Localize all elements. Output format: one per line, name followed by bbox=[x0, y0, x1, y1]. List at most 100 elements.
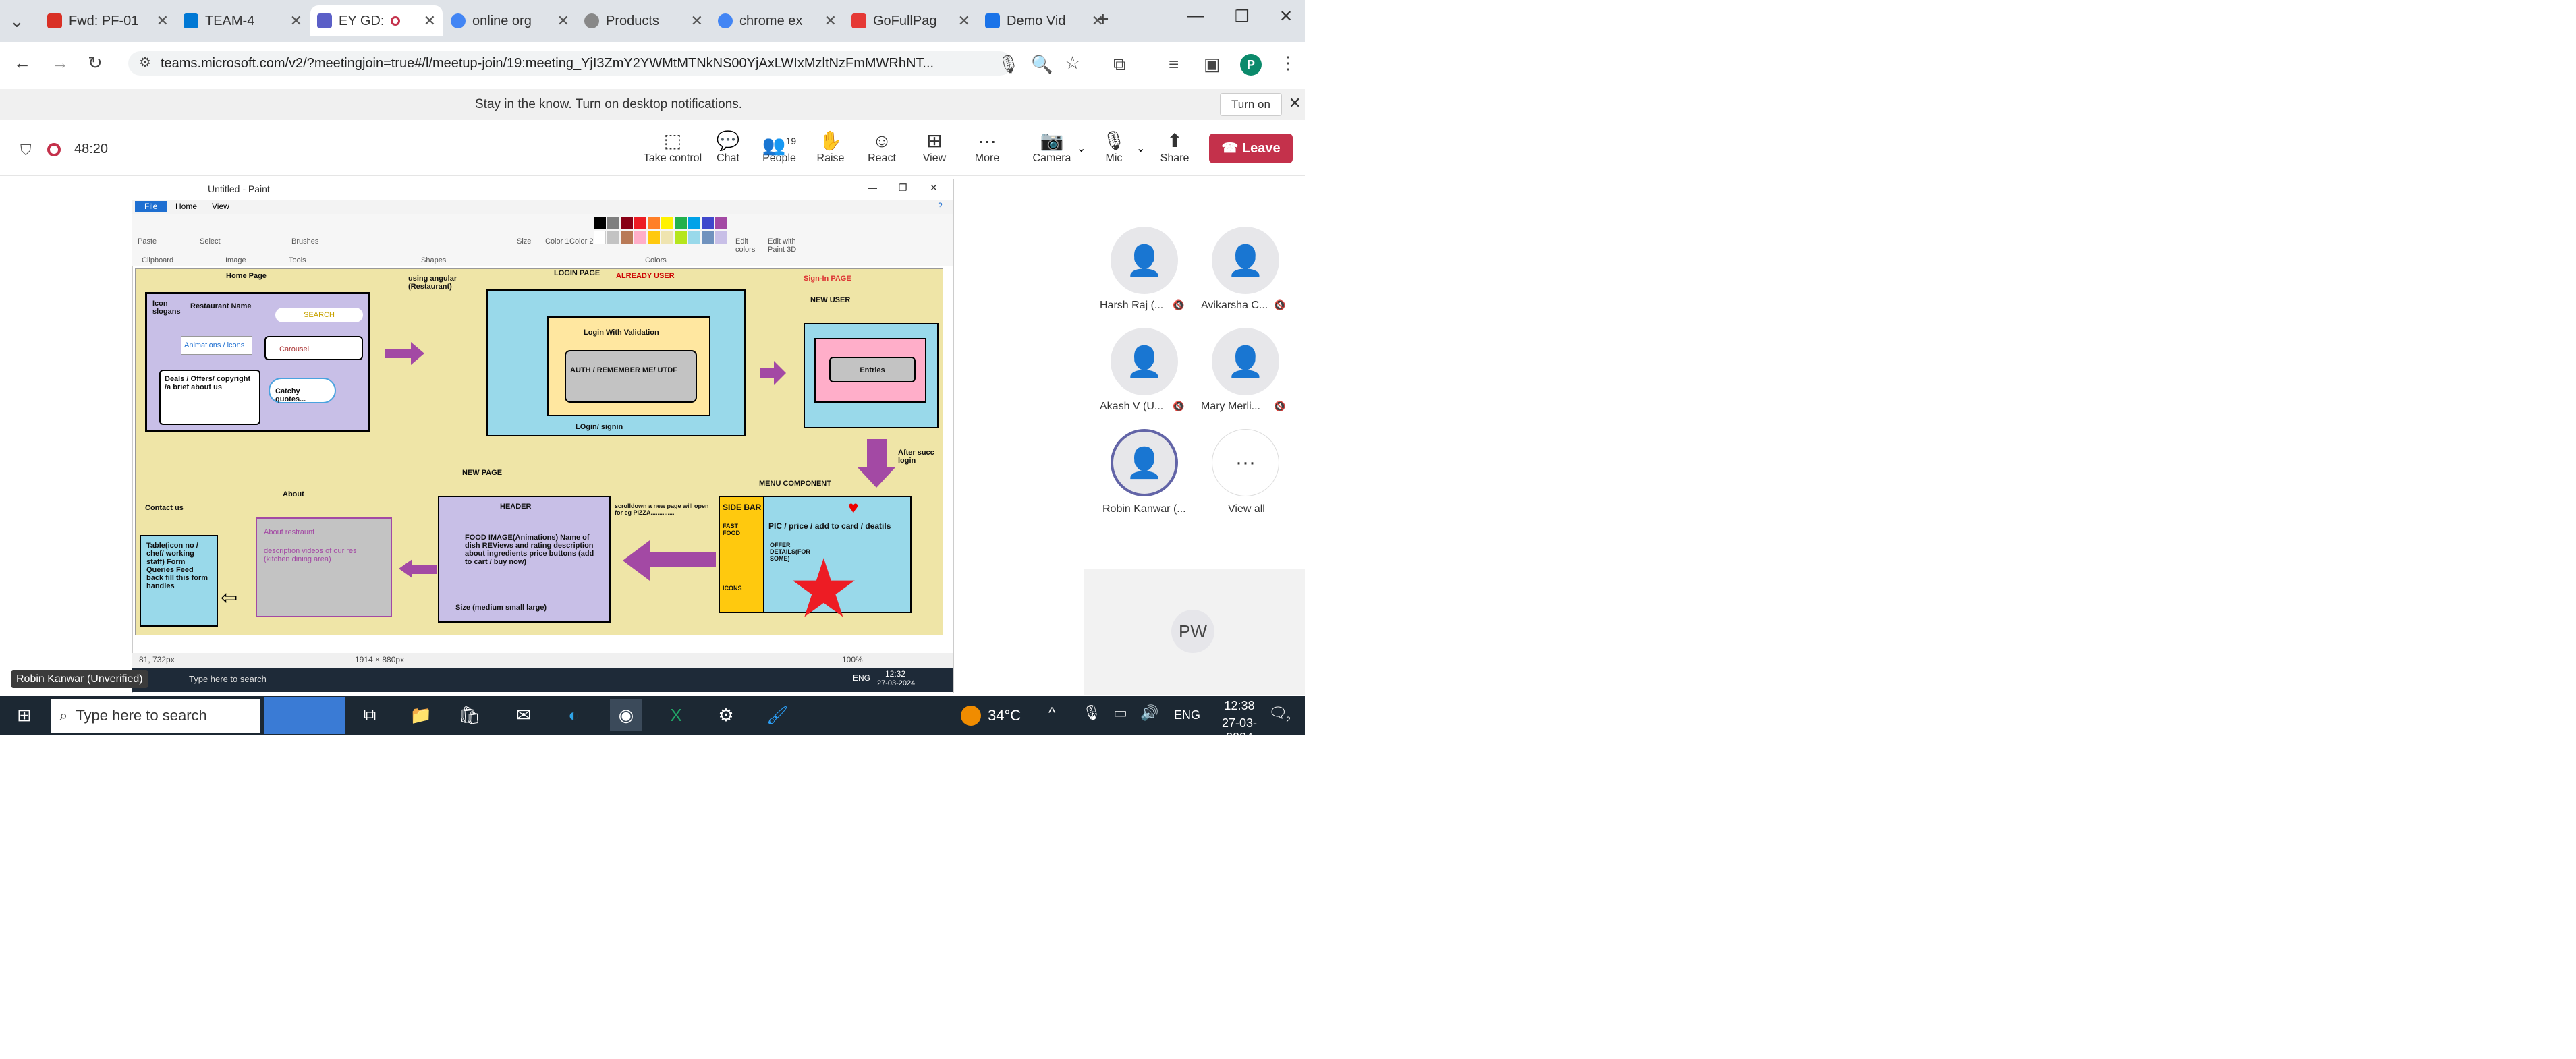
recording-icon bbox=[391, 16, 401, 26]
react-button[interactable]: ☺ React bbox=[851, 130, 912, 165]
taskbar-search[interactable]: ⌕ Type here to search bbox=[51, 699, 260, 733]
forward-icon[interactable]: → bbox=[51, 53, 69, 74]
button-label: React bbox=[868, 152, 896, 164]
weather-temp[interactable]: 34°C bbox=[988, 707, 1021, 724]
about-label: About bbox=[283, 490, 304, 498]
store-icon[interactable]: 🛍 bbox=[453, 699, 486, 731]
tab-label: GoFullPag bbox=[873, 13, 937, 28]
shapes-group: Shapes bbox=[421, 256, 447, 264]
close-icon[interactable]: ✕ bbox=[691, 12, 703, 30]
side-panel-icon[interactable]: ▣ bbox=[1204, 54, 1221, 75]
login-box: Login With Validation AUTH / REMEMBER ME… bbox=[486, 289, 746, 436]
avatar-active[interactable]: 👤 bbox=[1111, 429, 1178, 496]
color-palette bbox=[594, 217, 729, 244]
button-label: Camera bbox=[1032, 152, 1071, 164]
leave-button[interactable]: ☎ Leave bbox=[1209, 134, 1293, 163]
edge-icon[interactable]: ◐ bbox=[557, 699, 590, 731]
reload-icon[interactable]: ↻ bbox=[88, 53, 103, 74]
volume-icon[interactable]: 🔊 bbox=[1140, 704, 1158, 722]
new-page-box: HEADER FOOD IMAGE(Animations) Name of di… bbox=[438, 496, 611, 623]
extensions-icon[interactable]: ⧉ bbox=[1113, 54, 1126, 76]
weather-icon[interactable] bbox=[961, 706, 981, 726]
minimize-icon[interactable]: — bbox=[1187, 7, 1204, 26]
camera-button[interactable]: 📷 Camera bbox=[1021, 130, 1082, 165]
button-label: Mic bbox=[1105, 152, 1123, 164]
avatar[interactable]: 👤 bbox=[1212, 328, 1279, 395]
mic-permission-icon[interactable]: 🎙 bbox=[997, 54, 1019, 75]
clock-time[interactable]: 12:38 bbox=[1209, 699, 1270, 713]
mic-tray-icon[interactable]: 🎙 bbox=[1082, 704, 1101, 722]
animations-box: Animations / icons bbox=[181, 336, 252, 355]
teams-icon bbox=[317, 13, 332, 28]
avatar[interactable]: 👤 bbox=[1212, 227, 1279, 294]
shared-taskbar: Type here to search ENG 12:32 27-03-2024 bbox=[132, 668, 953, 692]
restore-icon[interactable]: ❐ bbox=[1235, 7, 1250, 26]
button-label: Take control bbox=[643, 152, 702, 164]
tab-search-icon[interactable]: ⌄ bbox=[9, 11, 24, 32]
chrome-icon[interactable]: ◉ bbox=[610, 699, 642, 731]
color1-label: Color 1 bbox=[545, 237, 569, 246]
avatar[interactable]: 👤 bbox=[1111, 328, 1178, 395]
pic-price-label: PIC / price / add to card / deatils bbox=[768, 521, 891, 531]
new-tab-icon[interactable]: + bbox=[1097, 8, 1109, 31]
view-button[interactable]: ⊞ View bbox=[904, 130, 965, 165]
close-icon[interactable]: ✕ bbox=[958, 12, 970, 30]
close-icon[interactable]: ✕ bbox=[157, 12, 169, 30]
close-icon[interactable]: ✕ bbox=[824, 12, 837, 30]
url-field[interactable]: teams.microsoft.com/v2/?meetingjoin=true… bbox=[128, 51, 1012, 76]
contact-us-label: Contact us bbox=[145, 504, 184, 512]
react-icon: ☺ bbox=[872, 130, 892, 151]
tab-ey-gds[interactable]: EY GD: ✕ bbox=[310, 5, 443, 36]
description-videos: description videos of our res (kitchen d… bbox=[264, 547, 357, 563]
profile-avatar[interactable]: P bbox=[1240, 54, 1262, 76]
settings-icon[interactable]: ⚙ bbox=[710, 699, 742, 731]
close-icon[interactable]: ✕ bbox=[557, 12, 569, 30]
close-icon[interactable]: ✕ bbox=[424, 12, 436, 30]
person-icon: 👤 bbox=[1125, 345, 1163, 378]
bookmark-star-icon[interactable]: ☆ bbox=[1065, 53, 1080, 74]
mic-button[interactable]: 🎙 Mic bbox=[1084, 130, 1144, 165]
shared-date: 27-03-2024 bbox=[877, 679, 916, 687]
windows-start-icon[interactable]: ⊞ bbox=[8, 699, 40, 731]
contact-box: Table(icon no / chef/ working staff) For… bbox=[140, 535, 218, 627]
site-info-icon[interactable]: ⚙ bbox=[139, 54, 151, 71]
arrow-right-icon bbox=[385, 349, 412, 358]
more-button[interactable]: ··· More bbox=[957, 130, 1017, 165]
tab-gofullpage[interactable]: GoFullPag ✕ bbox=[845, 5, 977, 36]
new-user-box: Entries bbox=[804, 323, 939, 428]
take-control-button[interactable]: ⬚ Take control bbox=[642, 130, 703, 165]
close-icon[interactable]: ✕ bbox=[290, 12, 302, 30]
paint-icon[interactable]: 🖌 bbox=[761, 699, 793, 731]
turn-on-button[interactable]: Turn on bbox=[1220, 93, 1282, 116]
mail-icon[interactable]: ✉ bbox=[507, 699, 540, 731]
language-indicator[interactable]: ENG bbox=[1174, 708, 1200, 722]
close-icon[interactable]: ✕ bbox=[1289, 94, 1301, 112]
search-highlight-icon[interactable] bbox=[264, 697, 345, 734]
battery-icon[interactable]: ▭ bbox=[1113, 704, 1127, 722]
notification-center-icon[interactable]: 🗨 bbox=[1268, 704, 1287, 722]
close-window-icon[interactable]: ✕ bbox=[1279, 7, 1293, 26]
excel-icon[interactable]: X bbox=[660, 699, 692, 731]
tab-products[interactable]: Products ✕ bbox=[578, 5, 710, 36]
clock-date[interactable]: 27-03-2024 bbox=[1209, 716, 1270, 745]
avatar[interactable]: 👤 bbox=[1111, 227, 1178, 294]
zoom-icon[interactable]: 🔍 bbox=[1031, 54, 1053, 75]
view-all-button[interactable]: ··· bbox=[1212, 429, 1279, 496]
tab-chrome-ext[interactable]: chrome ex ✕ bbox=[711, 5, 843, 36]
browser-menu-icon[interactable]: ⋮ bbox=[1279, 53, 1297, 74]
button-label: View bbox=[922, 152, 947, 164]
media-control-icon[interactable]: ≡ bbox=[1169, 54, 1179, 75]
chevron-up-icon[interactable]: ^ bbox=[1048, 704, 1055, 722]
file-explorer-icon[interactable]: 📁 bbox=[405, 699, 437, 731]
task-view-icon[interactable]: ⧉ bbox=[354, 699, 386, 731]
tab-team4[interactable]: TEAM-4 ✕ bbox=[177, 5, 309, 36]
tab-fwd[interactable]: Fwd: PF-01 ✕ bbox=[40, 5, 175, 36]
back-icon[interactable]: ← bbox=[13, 53, 31, 74]
tab-label: Demo Vid bbox=[1007, 13, 1066, 28]
tab-demo-video[interactable]: Demo Vid ✕ bbox=[978, 5, 1111, 36]
share-button[interactable]: ⬆ Share bbox=[1144, 130, 1205, 165]
login-validation-label: Login With Validation bbox=[584, 328, 659, 337]
tab-online-org[interactable]: online org ✕ bbox=[444, 5, 576, 36]
colors-group: Colors bbox=[645, 256, 667, 264]
gofullpage-icon bbox=[851, 13, 866, 28]
